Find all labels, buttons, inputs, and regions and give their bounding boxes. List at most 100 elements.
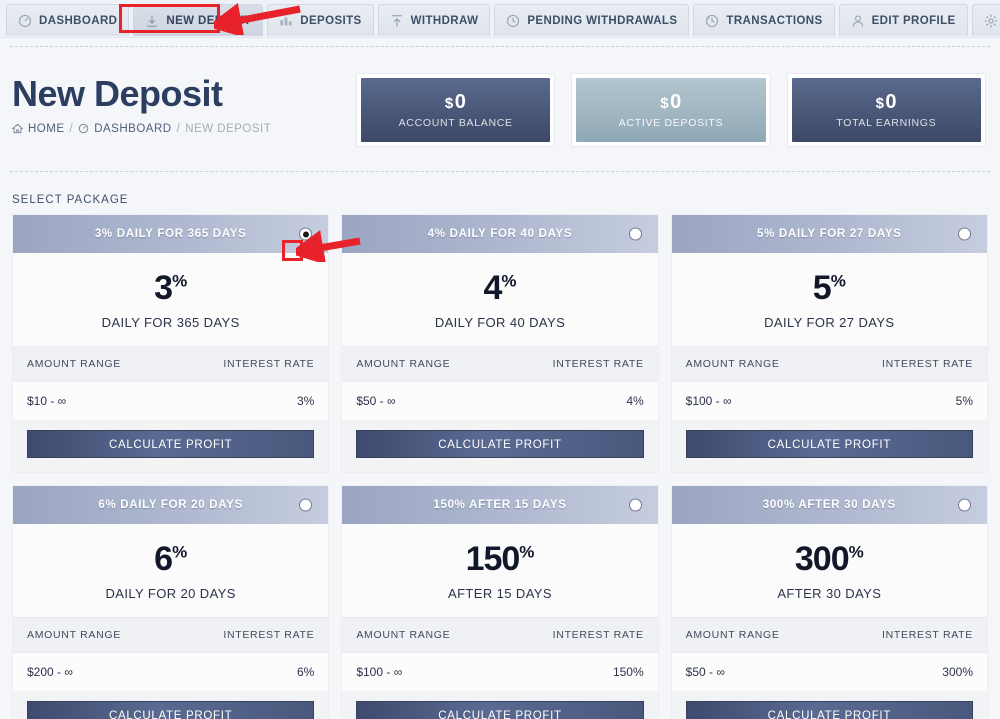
nav-tab-label: DEPOSITS — [300, 14, 362, 27]
calculate-profit-button[interactable]: CALCULATE PROFIT — [27, 701, 315, 719]
package-radio[interactable] — [958, 498, 971, 512]
package-card-footer: CALCULATE PROFIT — [342, 691, 658, 719]
nav-tab-transactions[interactable]: TRANSACTIONS — [693, 4, 835, 36]
package-table-row: $10 - ∞ 3% — [13, 382, 329, 420]
package-term: AFTER 30 DAYS — [777, 586, 882, 601]
package-radio[interactable] — [958, 227, 971, 241]
package-interest-rate: 300% — [942, 665, 973, 679]
package-card-footer: CALCULATE PROFIT — [13, 420, 329, 472]
package-card-header[interactable]: 4% DAILY FOR 40 DAYS — [342, 215, 658, 253]
nav-tab-label: DASHBOARD — [39, 14, 118, 27]
nav-tab-label: EDIT PROFILE — [871, 14, 956, 27]
package-amount-range: $50 - ∞ — [685, 665, 725, 679]
calculate-profit-button[interactable]: CALCULATE PROFIT — [356, 430, 644, 458]
col-amount-range: AMOUNT RANGE — [356, 629, 451, 641]
col-interest-rate: INTEREST RATE — [882, 629, 973, 641]
summary-stats: $0 ACCOUNT BALANCE $0 ACTIVE DEPOSITS $0 TOTA… — [356, 69, 986, 147]
dashboard-icon — [18, 14, 32, 28]
package-card-header[interactable]: 6% DAILY FOR 20 DAYS — [13, 486, 329, 524]
package-card[interactable]: 4% DAILY FOR 40 DAYS 4% DAILY FOR 40 DAYS A… — [341, 214, 659, 473]
package-term: DAILY FOR 27 DAYS — [764, 315, 895, 330]
breadcrumb-home[interactable]: HOME — [28, 123, 65, 135]
package-rate-symbol: % — [172, 271, 188, 291]
stat-currency: $ — [660, 95, 670, 112]
nav-tab-dashboard[interactable]: DASHBOARD — [6, 4, 130, 36]
package-amount-range: $10 - ∞ — [27, 394, 67, 408]
nav-tab-new-deposit[interactable]: NEW DEPOSIT — [133, 4, 264, 36]
stat-value: $0 — [876, 91, 897, 114]
stat-amount: 0 — [670, 91, 682, 113]
download-arrow-icon — [145, 14, 159, 28]
calculate-profit-button[interactable]: CALCULATE PROFIT — [685, 430, 973, 458]
package-rate-symbol: % — [172, 542, 188, 562]
package-rate-number: 6 — [154, 540, 173, 578]
package-term: DAILY FOR 20 DAYS — [105, 586, 236, 601]
package-card-grid: 3% DAILY FOR 365 DAYS 3% DAILY FOR 365 DAY… — [0, 214, 1000, 719]
package-card-header[interactable]: 3% DAILY FOR 365 DAYS — [13, 215, 329, 253]
breadcrumb-separator-2: / — [176, 122, 181, 135]
package-radio[interactable] — [299, 498, 313, 512]
package-rate: 150% — [342, 542, 657, 576]
package-rate-number: 300 — [794, 540, 850, 578]
dashboard-icon — [78, 123, 89, 134]
nav-tab-withdraw[interactable]: WITHDRAW — [377, 4, 491, 36]
stat-currency: $ — [875, 95, 885, 112]
col-amount-range: AMOUNT RANGE — [685, 629, 780, 641]
history-clock-icon — [705, 14, 719, 28]
col-amount-range: AMOUNT RANGE — [27, 629, 121, 641]
package-header-title: 150% AFTER 15 DAYS — [433, 499, 567, 511]
nav-tab-security[interactable]: SECURITY — [971, 4, 1000, 36]
calculate-profit-button[interactable]: CALCULATE PROFIT — [27, 430, 315, 458]
breadcrumb-dashboard[interactable]: DASHBOARD — [94, 123, 171, 135]
calculate-profit-button[interactable]: CALCULATE PROFIT — [685, 701, 973, 719]
package-radio-selected[interactable] — [299, 227, 313, 241]
col-interest-rate: INTEREST RATE — [882, 358, 973, 370]
stat-label: ACTIVE DEPOSITS — [618, 117, 724, 129]
package-table-header: AMOUNT RANGE INTEREST RATE — [13, 346, 329, 382]
package-card-body: 6% DAILY FOR 20 DAYS — [13, 524, 329, 617]
package-rate-number: 4 — [483, 269, 502, 307]
package-card[interactable]: 300% AFTER 30 DAYS 300% AFTER 30 DAYS AMOUN… — [670, 485, 988, 719]
col-amount-range: AMOUNT RANGE — [356, 358, 451, 370]
package-card-header[interactable]: 300% AFTER 30 DAYS — [671, 486, 987, 524]
nav-tab-deposits[interactable]: DEPOSITS — [267, 4, 374, 36]
package-table-row: $100 - ∞ 5% — [671, 382, 987, 420]
stat-currency: $ — [444, 95, 454, 112]
col-interest-rate: INTEREST RATE — [552, 358, 644, 370]
package-term: AFTER 15 DAYS — [448, 586, 552, 601]
stat-amount: 0 — [885, 91, 898, 113]
package-card-header[interactable]: 5% DAILY FOR 27 DAYS — [671, 215, 987, 253]
top-navigation-bar: DASHBOARD NEW DEPOSIT DEPOSITS WITHDRAW PEND… — [0, 0, 1000, 38]
package-header-title: 5% DAILY FOR 27 DAYS — [757, 228, 902, 240]
package-amount-range: $100 - ∞ — [685, 394, 732, 408]
calculate-profit-button[interactable]: CALCULATE PROFIT — [356, 701, 644, 719]
package-header-title: 3% DAILY FOR 365 DAYS — [94, 228, 247, 240]
stat-value: $0 — [445, 91, 466, 114]
package-term: DAILY FOR 40 DAYS — [434, 315, 566, 330]
nav-tab-label: TRANSACTIONS — [726, 14, 823, 27]
package-radio[interactable] — [628, 498, 642, 512]
package-card-body: 150% AFTER 15 DAYS — [342, 524, 658, 617]
package-card[interactable]: 5% DAILY FOR 27 DAYS 5% DAILY FOR 27 DAYS A… — [670, 214, 988, 473]
package-card-header[interactable]: 150% AFTER 15 DAYS — [342, 486, 658, 524]
upload-arrow-icon — [390, 14, 404, 28]
page-title: New Deposit — [12, 73, 223, 114]
package-rate: 3% — [13, 271, 328, 305]
package-header-title: 300% AFTER 30 DAYS — [762, 499, 896, 511]
package-interest-rate: 4% — [626, 394, 644, 408]
page-header: New Deposit HOME / DASHBOARD / NEW DEPOS… — [0, 47, 1000, 147]
package-radio[interactable] — [628, 227, 642, 241]
package-amount-range: $200 - ∞ — [27, 665, 73, 679]
nav-tab-pending-withdrawals[interactable]: PENDING WITHDRAWALS — [494, 4, 690, 36]
stat-label: ACCOUNT BALANCE — [398, 117, 513, 129]
nav-tab-edit-profile[interactable]: EDIT PROFILE — [838, 4, 968, 36]
package-table-row: $200 - ∞ 6% — [13, 653, 329, 691]
stat-box-active-deposits: $0 ACTIVE DEPOSITS — [571, 73, 771, 147]
col-amount-range: AMOUNT RANGE — [685, 358, 780, 370]
nav-tab-label: PENDING WITHDRAWALS — [527, 14, 678, 27]
package-card[interactable]: 6% DAILY FOR 20 DAYS 6% DAILY FOR 20 DAYS A… — [12, 485, 330, 719]
nav-tab-label: WITHDRAW — [410, 14, 479, 27]
package-card[interactable]: 3% DAILY FOR 365 DAYS 3% DAILY FOR 365 DAY… — [12, 214, 330, 473]
package-card[interactable]: 150% AFTER 15 DAYS 150% AFTER 15 DAYS AMOUN… — [341, 485, 659, 719]
stat-label: TOTAL EARNINGS — [836, 117, 937, 129]
